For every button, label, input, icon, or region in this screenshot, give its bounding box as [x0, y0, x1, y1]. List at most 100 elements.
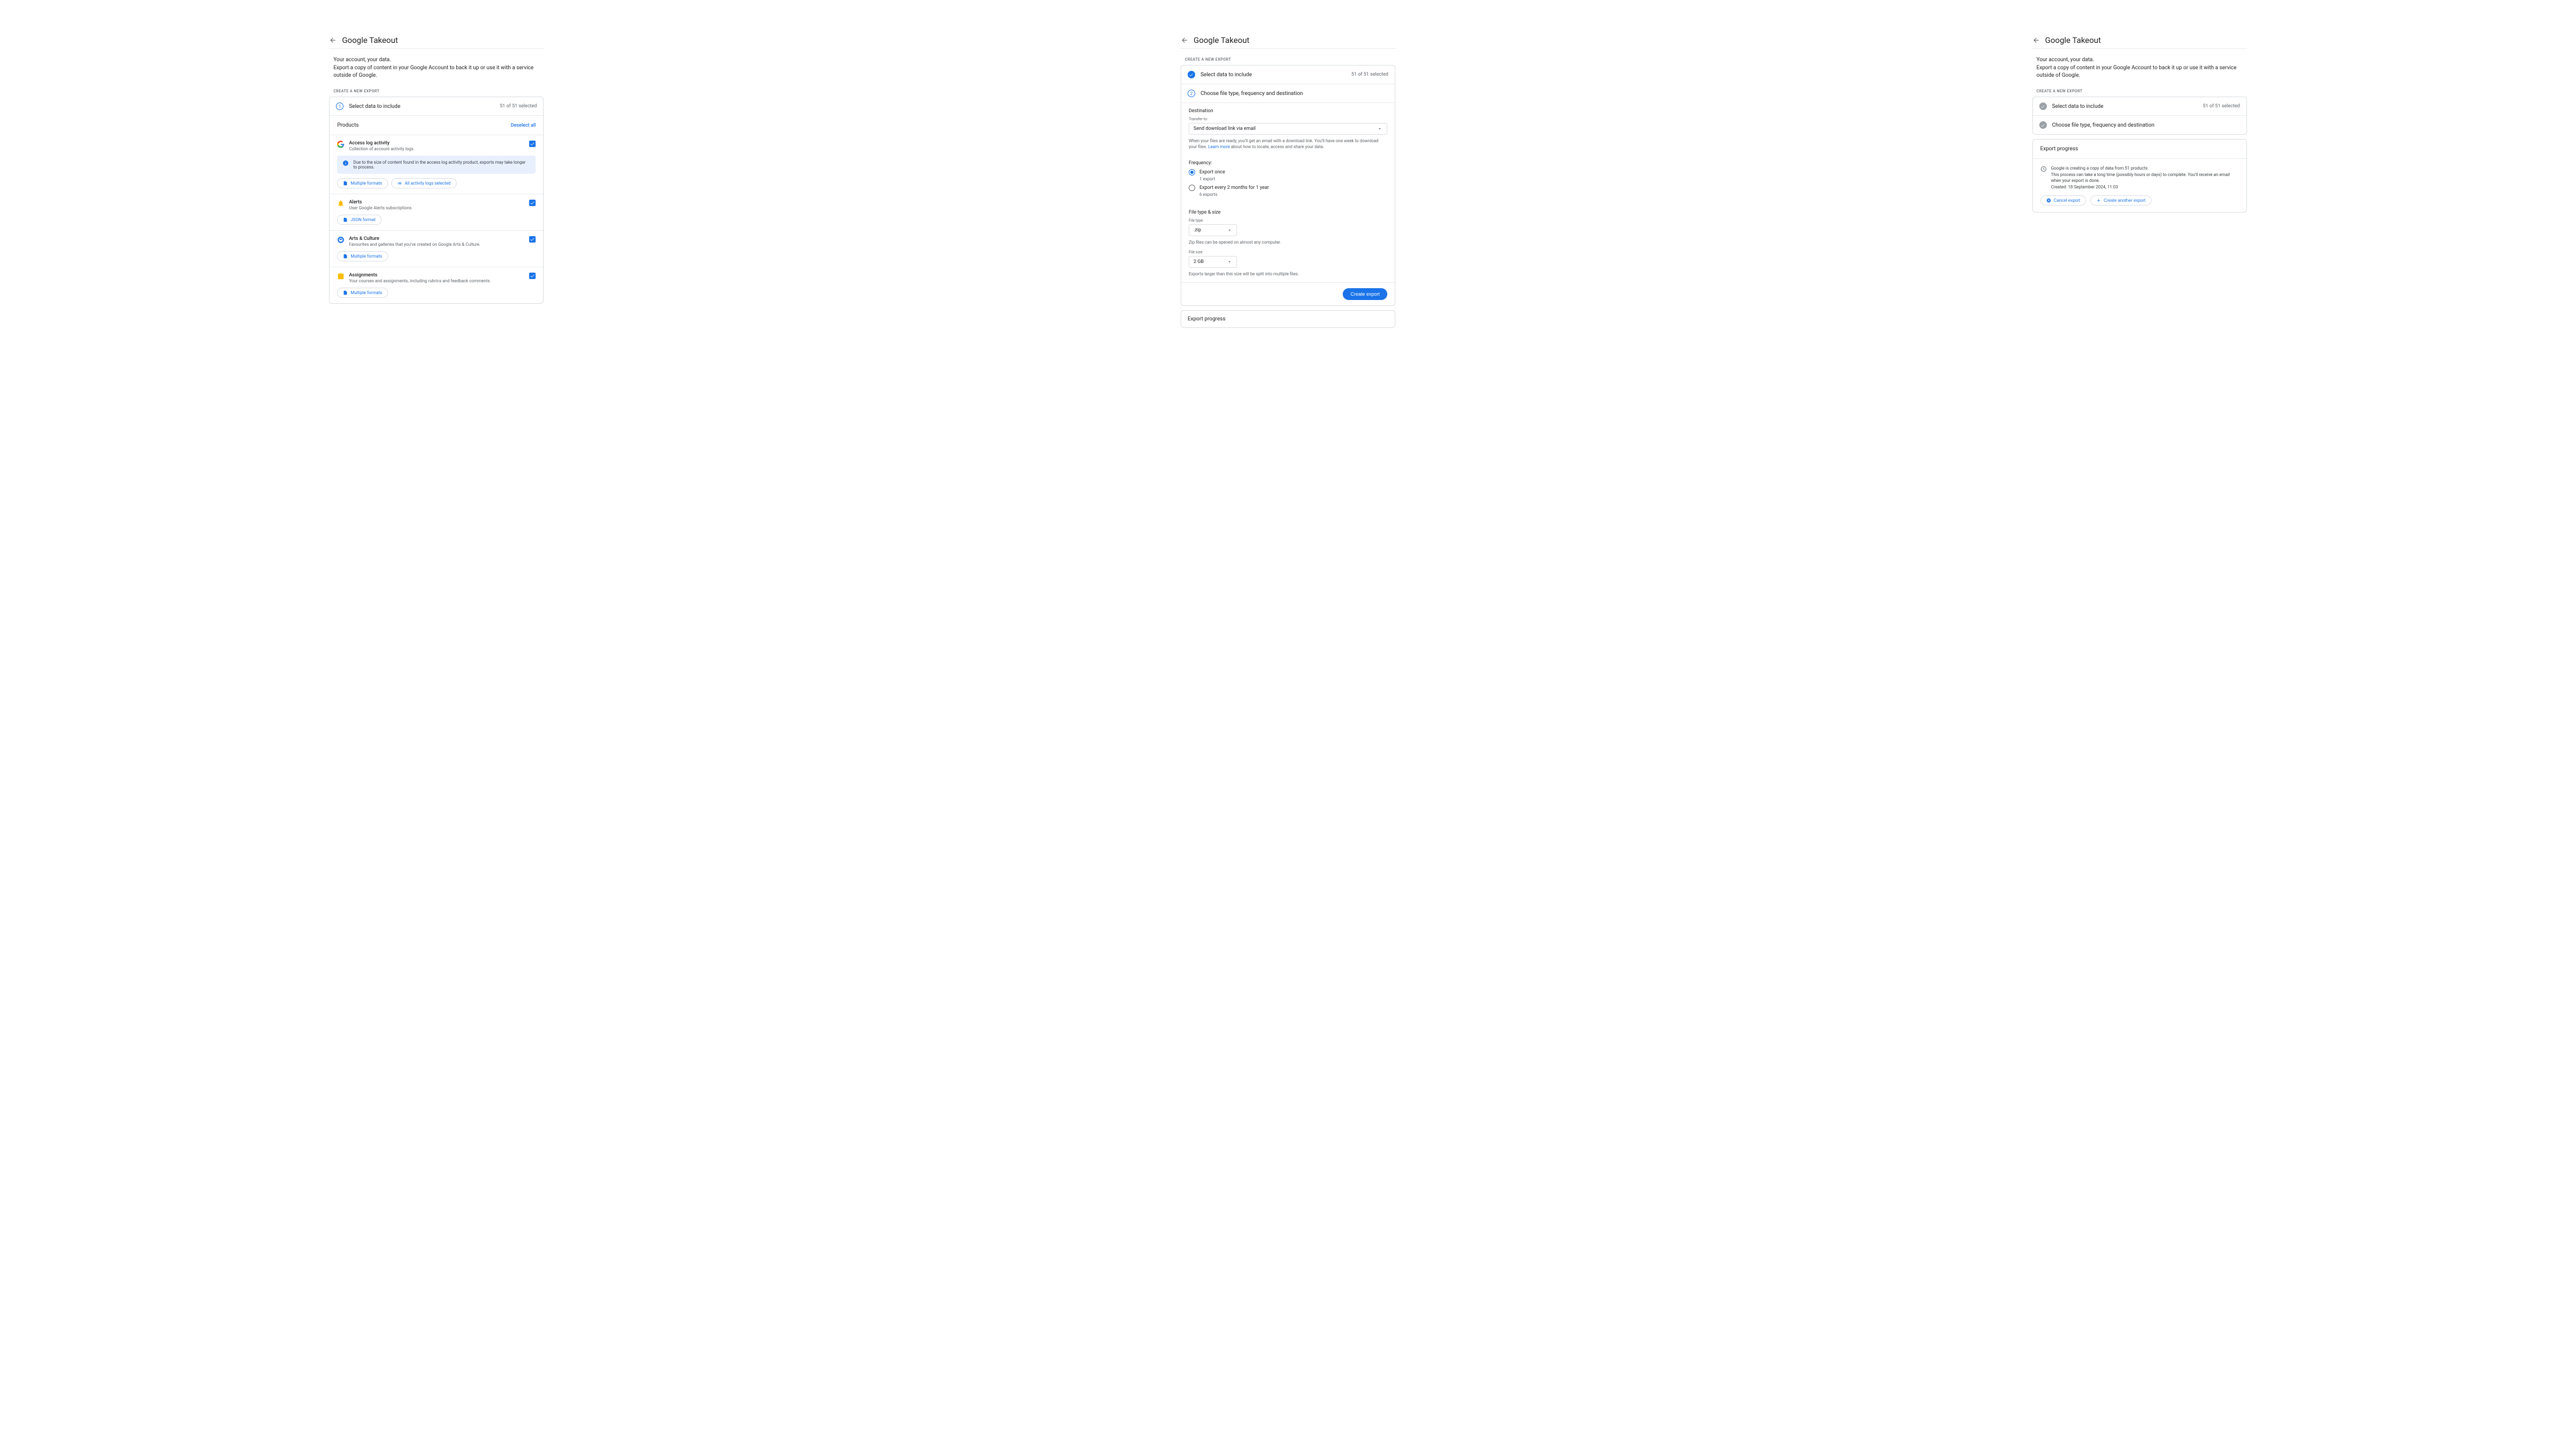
footer-row: Create export	[1181, 282, 1395, 305]
frequency-option-recurring[interactable]: Export every 2 months for 1 year	[1189, 185, 1387, 191]
chevron-down-icon	[1377, 126, 1382, 131]
chip-multiple-formats[interactable]: Multiple formats	[337, 288, 388, 298]
progress-created: Created: 18 September 2024, 11:03	[2051, 184, 2239, 190]
progress-header: Export progress	[1188, 316, 1388, 322]
product-desc: User Google Alerts subscriptions	[349, 206, 525, 210]
intro-line1: Your account, your data.	[2037, 56, 2243, 64]
filetype-section: File type & size File type: .zip Zip fil…	[1181, 204, 1395, 282]
product-assignments: Assignments Your courses and assignments…	[330, 267, 543, 303]
info-text: Due to the size of content found in the …	[353, 160, 530, 170]
chip-activity-logs[interactable]: All activity logs selected	[391, 178, 457, 188]
progress-row: Google is creating a copy of data from 5…	[2040, 165, 2239, 190]
step-check-icon	[2039, 103, 2047, 110]
product-desc: Favourites and galleries that you've cre…	[349, 242, 525, 247]
back-arrow-icon[interactable]	[2032, 36, 2040, 44]
step1-row-done[interactable]: Select data to include 51 of 51 selected	[2033, 97, 2246, 116]
product-checkbox[interactable]	[529, 236, 536, 243]
arts-culture-icon	[337, 236, 345, 244]
filetype-select[interactable]: .zip	[1189, 224, 1237, 236]
header: Google Takeout	[1181, 32, 1395, 49]
step1-row-done[interactable]: Select data to include 51 of 51 selected	[1181, 65, 1395, 84]
frequency-option-once[interactable]: Export once	[1189, 169, 1387, 175]
transfer-select[interactable]: Send download link via email	[1189, 123, 1387, 135]
step1-count: 51 of 51 selected	[1351, 72, 1388, 77]
type-label: File type:	[1189, 218, 1387, 223]
panel-progress: Google Takeout Your account, your data. …	[2032, 32, 2247, 328]
back-arrow-icon[interactable]	[329, 36, 336, 44]
clock-icon	[2040, 166, 2047, 172]
panel-step1: Google Takeout Your account, your data. …	[329, 32, 544, 328]
step2-title: Choose file type, frequency and destinat…	[1201, 91, 1388, 97]
product-name: Arts & Culture	[349, 236, 525, 241]
step1-title: Select data to include	[1201, 72, 1346, 78]
step2-title: Choose file type, frequency and destinat…	[2052, 122, 2240, 128]
product-name: Alerts	[349, 200, 525, 205]
bell-icon	[337, 200, 345, 207]
destination-help: When your files are ready, you'll get an…	[1189, 138, 1387, 150]
step1-title: Select data to include	[2052, 104, 2198, 109]
step-check-icon	[2039, 121, 2047, 129]
products-header: Products Deselect all	[330, 116, 543, 135]
intro-text: Your account, your data. Export a copy o…	[329, 54, 544, 86]
step1-count: 51 of 51 selected	[500, 104, 537, 109]
file-icon	[343, 290, 348, 295]
radio-selected[interactable]	[1189, 169, 1195, 175]
intro-line2: Export a copy of content in your Google …	[333, 64, 539, 79]
panel-step2: Google Takeout CREATE A NEW EXPORT Selec…	[1181, 32, 1395, 328]
progress-actions: Cancel export Create another export	[2040, 195, 2239, 206]
create-export-button[interactable]: Create export	[1343, 288, 1387, 300]
back-arrow-icon[interactable]	[1181, 36, 1188, 44]
product-arts-culture: Arts & Culture Favourites and galleries …	[330, 230, 543, 267]
radio-unselected[interactable]	[1189, 185, 1195, 191]
product-desc: Collection of account activity logs	[349, 147, 525, 151]
step2-row[interactable]: 2 Choose file type, frequency and destin…	[1181, 84, 1395, 103]
assignments-icon	[337, 273, 345, 280]
filesize-select[interactable]: 2 GB	[1189, 256, 1237, 268]
step1-number: 1	[336, 103, 343, 110]
cancel-icon	[2046, 198, 2051, 203]
product-alerts: Alerts User Google Alerts subscriptions …	[330, 194, 543, 230]
page-title: Google Takeout	[342, 35, 398, 45]
file-icon	[343, 217, 348, 222]
plus-icon	[2096, 198, 2101, 203]
create-another-export-button[interactable]: Create another export	[2090, 195, 2151, 206]
file-icon	[343, 181, 348, 186]
step1-count: 51 of 51 selected	[2203, 104, 2240, 109]
transfer-value: Send download link via email	[1194, 126, 1256, 131]
header: Google Takeout	[329, 32, 544, 49]
type-help: Zip files can be opened on almost any co…	[1189, 239, 1387, 245]
step2-row-done[interactable]: Choose file type, frequency and destinat…	[2033, 116, 2246, 134]
product-access-log: Access log activity Collection of accoun…	[330, 135, 543, 194]
product-checkbox[interactable]	[529, 141, 536, 147]
radio-label: Export every 2 months for 1 year	[1199, 185, 1269, 191]
filesize-value: 2 GB	[1194, 259, 1204, 265]
page-title: Google Takeout	[1194, 35, 1249, 45]
deselect-all-button[interactable]: Deselect all	[511, 123, 536, 128]
info-banner: Due to the size of content found in the …	[337, 156, 536, 174]
products-heading: Products	[337, 122, 358, 128]
cancel-export-button[interactable]: Cancel export	[2040, 195, 2086, 206]
chip-multiple-formats[interactable]: Multiple formats	[337, 178, 388, 188]
intro-line2: Export a copy of content in your Google …	[2037, 64, 2243, 79]
section-label: CREATE A NEW EXPORT	[329, 86, 544, 97]
filetype-value: .zip	[1194, 228, 1201, 233]
chip-multiple-formats[interactable]: Multiple formats	[337, 251, 388, 261]
chevron-down-icon	[1227, 259, 1232, 265]
product-checkbox[interactable]	[529, 200, 536, 206]
export-progress-card-collapsed[interactable]: Export progress	[1181, 310, 1395, 328]
intro-line1: Your account, your data.	[333, 56, 539, 64]
step1-row[interactable]: 1 Select data to include 51 of 51 select…	[330, 97, 543, 116]
frequency-section: Frequency: Export once 1 export Export e…	[1181, 155, 1395, 204]
section-label: CREATE A NEW EXPORT	[1181, 54, 1395, 65]
product-name: Assignments	[349, 273, 525, 278]
progress-header: Export progress	[2033, 140, 2246, 159]
size-help: Exports larger than this size will be sp…	[1189, 271, 1387, 277]
step1-title: Select data to include	[349, 104, 494, 109]
filetype-title: File type & size	[1189, 210, 1387, 215]
file-icon	[343, 254, 348, 259]
product-name: Access log activity	[349, 141, 525, 146]
chip-json-format[interactable]: JSON format	[337, 215, 381, 225]
product-checkbox[interactable]	[529, 273, 536, 279]
learn-more-link[interactable]: Learn more	[1208, 144, 1230, 149]
radio-label: Export once	[1199, 170, 1225, 175]
